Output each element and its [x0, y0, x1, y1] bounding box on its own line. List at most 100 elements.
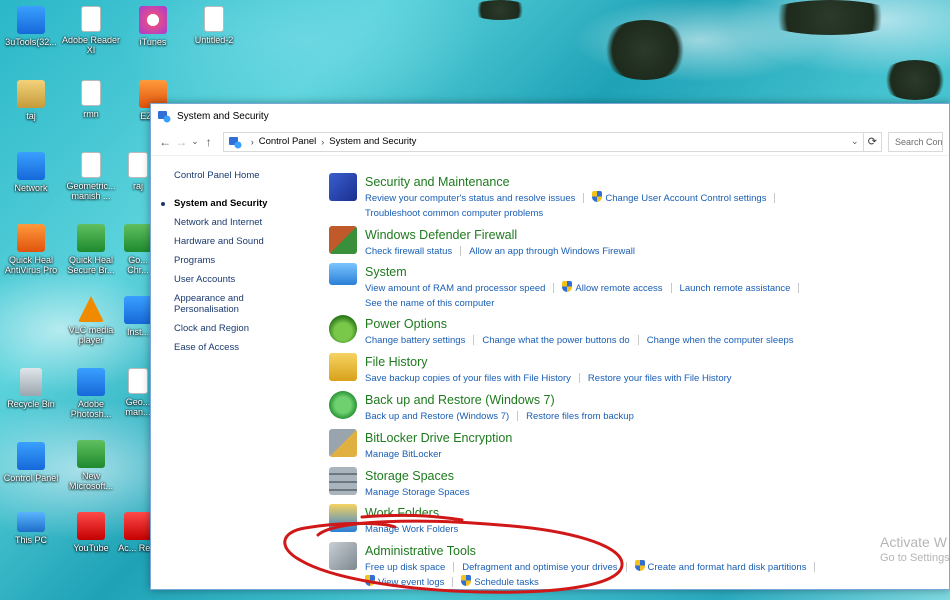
category-system: System View amount of RAM and processor … — [329, 260, 929, 309]
chrome-icon — [124, 224, 152, 252]
app-icon — [124, 296, 152, 324]
link-allow-remote[interactable]: Allow remote access — [575, 283, 662, 294]
category-backup-restore: Back up and Restore (Windows 7) Back up … — [329, 388, 929, 424]
chevron-down-icon[interactable]: ⌄ — [847, 136, 863, 147]
category-title[interactable]: System — [365, 265, 407, 279]
desktop-icon-3utools[interactable]: 3uTools(32... — [0, 6, 62, 47]
this-pc-icon — [17, 512, 45, 532]
storage-icon — [329, 467, 357, 495]
sidebar-item-clock-and-region[interactable]: Clock and Region — [174, 323, 294, 334]
uac-shield-icon — [365, 575, 375, 586]
firewall-icon — [329, 226, 357, 254]
sidebar-item-programs[interactable]: Programs — [174, 255, 294, 266]
sidebar-control-panel-home[interactable]: Control Panel Home — [174, 170, 294, 181]
link-restore-from-backup[interactable]: Restore files from backup — [526, 411, 634, 422]
link-free-disk-space[interactable]: Free up disk space — [365, 562, 445, 573]
category-title[interactable]: Windows Defender Firewall — [365, 228, 517, 242]
category-work-folders: Work Folders Manage Work Folders — [329, 501, 929, 537]
file-icon — [81, 80, 101, 106]
bitlocker-icon — [329, 429, 357, 457]
link-troubleshoot[interactable]: Troubleshoot common computer problems — [365, 208, 543, 219]
desktop-icon-excel[interactable]: New Microsoft... — [60, 440, 122, 491]
search-input[interactable]: Search Cont — [887, 131, 943, 152]
wallpaper-tree — [880, 60, 950, 100]
link-computer-name[interactable]: See the name of this computer — [365, 298, 494, 309]
category-title[interactable]: Storage Spaces — [365, 469, 454, 483]
desktop-icon-quick-heal[interactable]: Quick Heal AntiVirus Pro — [0, 224, 62, 275]
desktop-icon-youtube[interactable]: YouTube — [60, 512, 122, 553]
desktop-icon-network[interactable]: Network — [0, 152, 62, 193]
category-title[interactable]: BitLocker Drive Encryption — [365, 431, 512, 445]
link-backup-restore[interactable]: Back up and Restore (Windows 7) — [365, 411, 509, 422]
desktop-icon-control-panel[interactable]: Control Panel — [0, 442, 62, 483]
link-review-status[interactable]: Review your computer's status and resolv… — [365, 193, 575, 204]
link-manage-work-folders[interactable]: Manage Work Folders — [365, 524, 458, 535]
flag-icon — [329, 173, 357, 201]
link-view-ram[interactable]: View amount of RAM and processor speed — [365, 283, 545, 294]
watermark-title: Activate W — [880, 534, 947, 550]
photoshop-icon — [77, 368, 105, 396]
breadcrumb-control-panel[interactable]: Control Panel — [259, 136, 317, 147]
sidebar-item-ease-of-access[interactable]: Ease of Access — [174, 342, 294, 353]
breadcrumb-system-and-security[interactable]: System and Security — [329, 136, 416, 147]
sidebar-item-system-and-security[interactable]: System and Security — [161, 198, 294, 209]
link-computer-sleeps[interactable]: Change when the computer sleeps — [647, 335, 794, 346]
sidebar-item-appearance[interactable]: Appearance and Personalisation — [174, 293, 254, 315]
category-title[interactable]: Back up and Restore (Windows 7) — [365, 393, 555, 407]
category-title[interactable]: File History — [365, 355, 428, 369]
link-power-buttons[interactable]: Change what the power buttons do — [482, 335, 629, 346]
desktop-icon-adobe-reader[interactable]: Adobe Reader XI — [60, 6, 122, 55]
up-button[interactable]: ↑ — [200, 133, 216, 151]
link-check-firewall[interactable]: Check firewall status — [365, 246, 452, 257]
link-battery-settings[interactable]: Change battery settings — [365, 335, 465, 346]
recycle-bin-icon — [20, 368, 42, 396]
recent-locations-dropdown[interactable]: ⌄ — [190, 133, 201, 151]
sidebar-item-user-accounts[interactable]: User Accounts — [174, 274, 294, 285]
link-schedule-tasks[interactable]: Schedule tasks — [474, 577, 538, 588]
desktop-icon-secure-browser[interactable]: Quick Heal Secure Br... — [60, 224, 122, 275]
desktop-icon-rmn[interactable]: rmn — [60, 80, 122, 119]
link-allow-app[interactable]: Allow an app through Windows Firewall — [469, 246, 635, 257]
desktop-icon-taj[interactable]: taj — [0, 80, 62, 121]
back-button[interactable]: ← — [157, 133, 173, 151]
link-manage-storage[interactable]: Manage Storage Spaces — [365, 487, 470, 498]
desktop-icon-photoshop[interactable]: Adobe Photosh... — [60, 368, 122, 419]
category-bitlocker: BitLocker Drive Encryption Manage BitLoc… — [329, 426, 929, 462]
uac-shield-icon — [592, 191, 603, 202]
link-event-logs[interactable]: View event logs — [378, 577, 444, 588]
chevron-right-icon[interactable]: › — [321, 137, 324, 147]
address-bar[interactable]: › Control Panel › System and Security ⌄ — [222, 131, 864, 152]
uac-shield-icon — [634, 560, 645, 571]
category-title[interactable]: Security and Maintenance — [365, 175, 510, 189]
category-title[interactable]: Power Options — [365, 317, 447, 331]
3utools-icon — [17, 6, 45, 34]
quick-heal-icon — [17, 224, 45, 252]
forward-button[interactable]: → — [173, 133, 189, 151]
desktop-icon-this-pc[interactable]: This PC — [0, 512, 62, 545]
desktop-icon-recycle-bin[interactable]: Recycle Bin — [0, 368, 62, 409]
link-remote-assistance[interactable]: Launch remote assistance — [680, 283, 791, 294]
sidebar-item-network-and-internet[interactable]: Network and Internet — [174, 217, 294, 228]
link-save-backup[interactable]: Save backup copies of your files with Fi… — [365, 373, 571, 384]
refresh-button[interactable]: ⟳ — [863, 131, 882, 152]
category-title[interactable]: Administrative Tools — [365, 544, 476, 558]
desktop-icon-untitled-2[interactable]: Untitled-2 — [183, 6, 245, 45]
desktop-icon-geometric[interactable]: Geometric... manish ... — [60, 152, 122, 201]
link-defragment[interactable]: Defragment and optimise your drives — [462, 562, 617, 573]
sidebar-item-hardware-and-sound[interactable]: Hardware and Sound — [174, 236, 294, 247]
browser-icon — [77, 224, 105, 252]
uac-shield-icon — [461, 575, 472, 586]
file-history-icon — [329, 353, 357, 381]
category-title[interactable]: Work Folders — [365, 506, 439, 520]
window-titlebar[interactable]: System and Security — [151, 104, 949, 128]
uac-shield-icon — [562, 281, 573, 292]
desktop-icon-itunes[interactable]: iTunes — [122, 6, 184, 47]
link-change-uac[interactable]: Change User Account Control settings — [605, 193, 766, 204]
link-disk-partitions[interactable]: Create and format hard disk partitions — [648, 562, 807, 573]
link-restore-files[interactable]: Restore your files with File History — [588, 373, 732, 384]
link-manage-bitlocker[interactable]: Manage BitLocker — [365, 449, 442, 460]
user-folder-icon — [17, 80, 45, 108]
desktop-icon-vlc[interactable]: VLC media player — [60, 296, 122, 345]
control-panel-icon — [158, 111, 171, 123]
watermark-subtitle: Go to Settings — [880, 552, 950, 564]
